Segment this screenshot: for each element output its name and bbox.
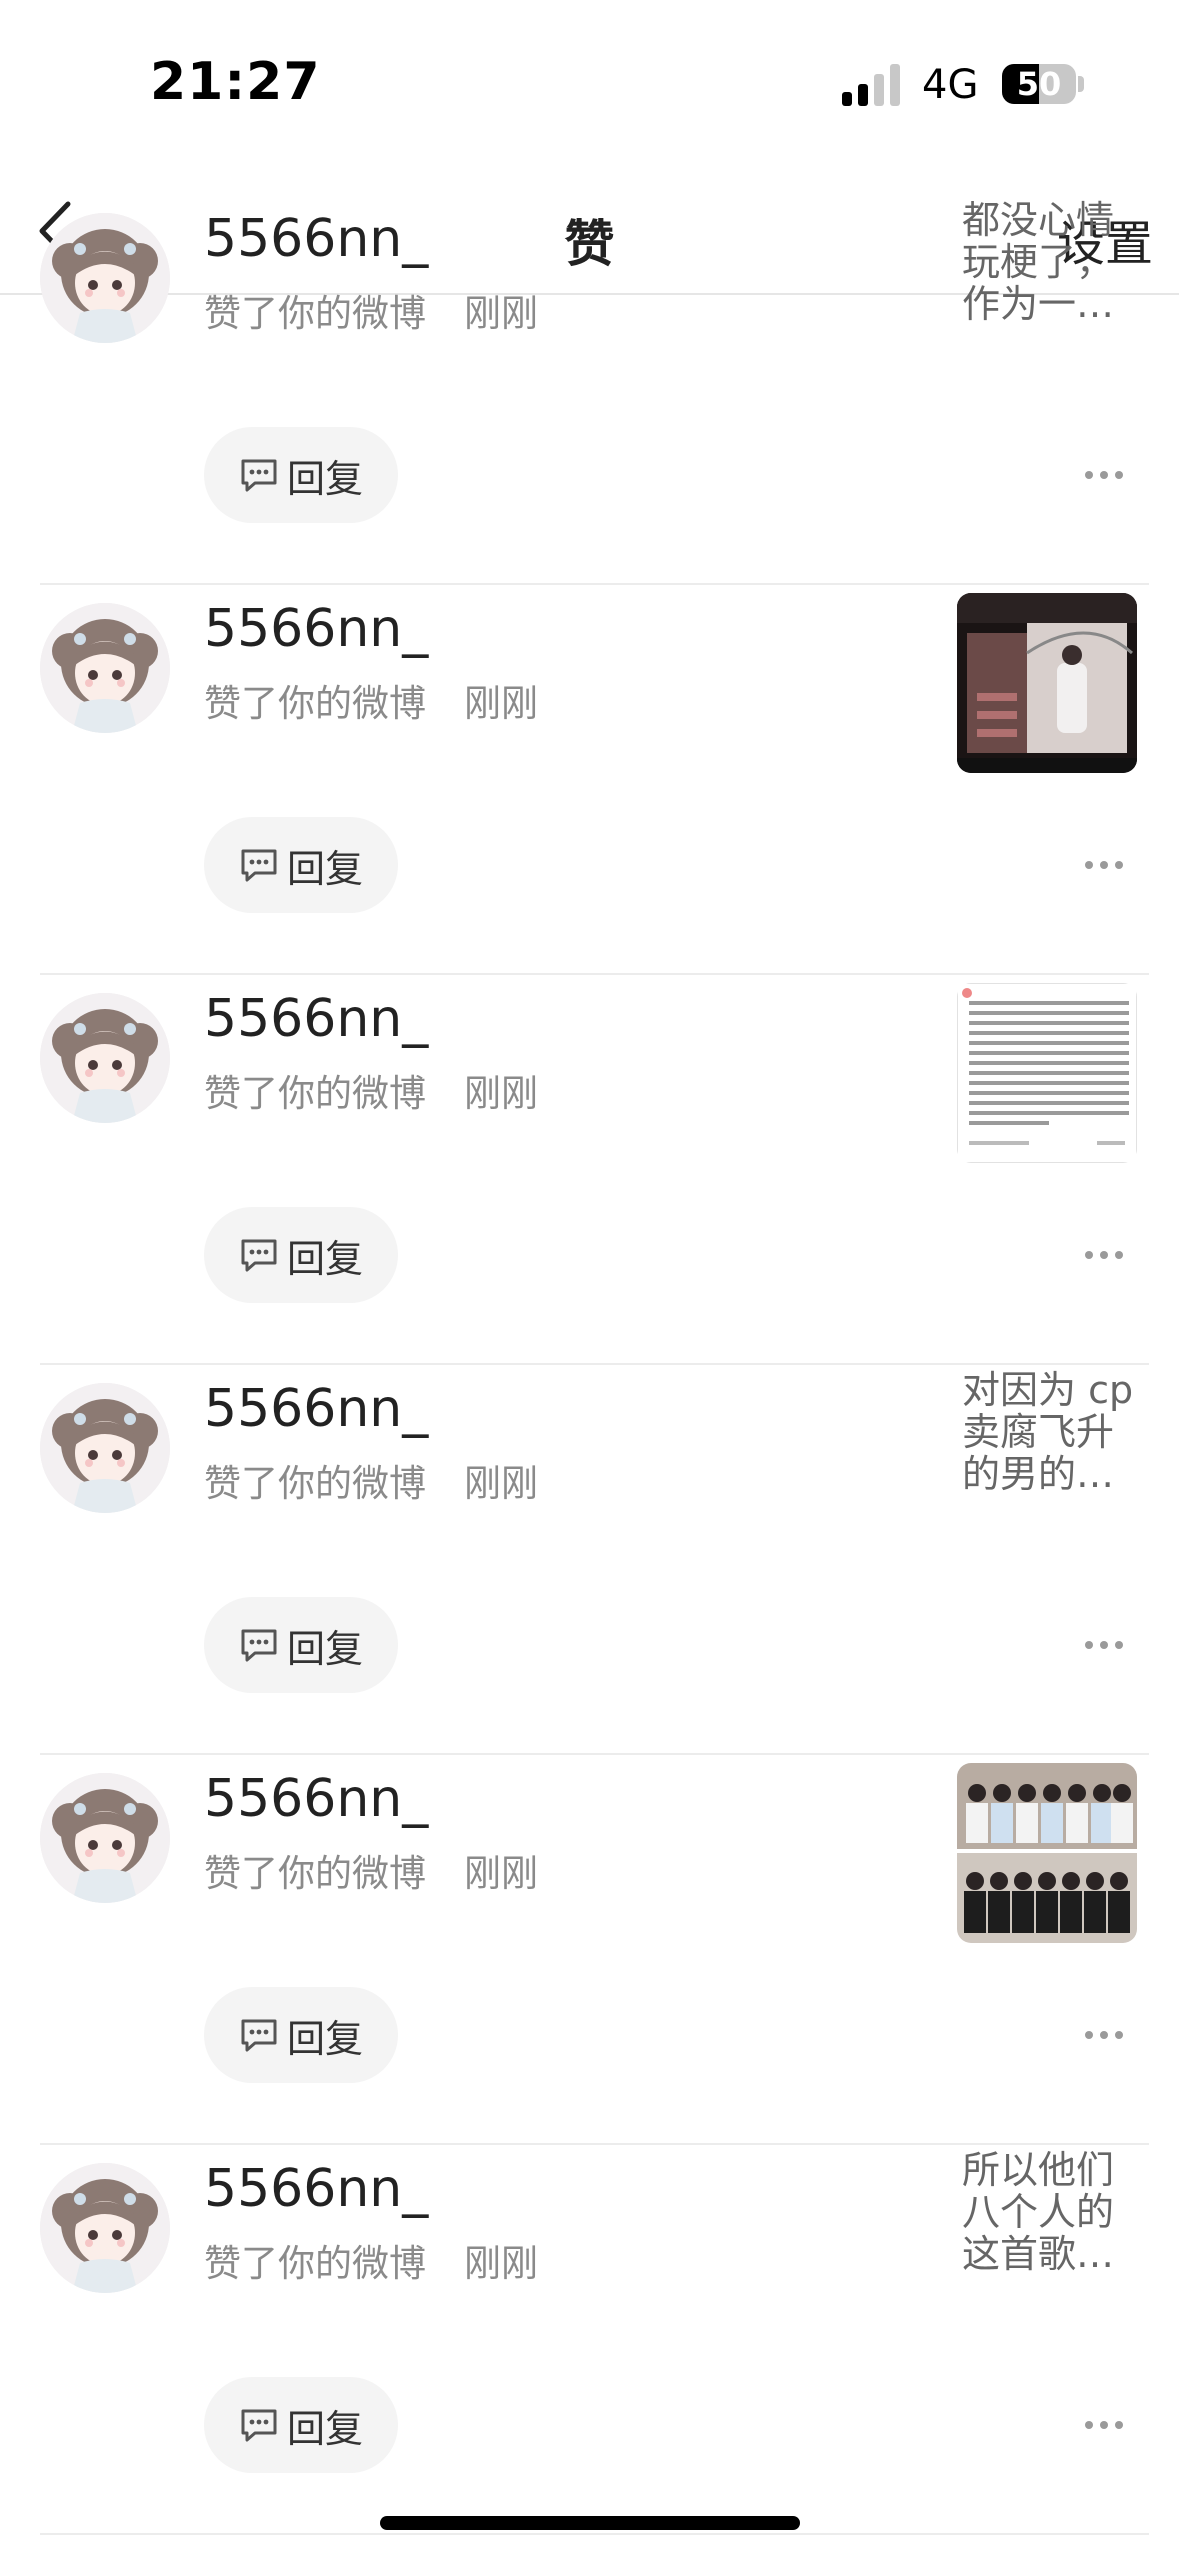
action-label: 赞了你的微博 xyxy=(204,682,426,725)
post-preview-line: 的男的… xyxy=(962,1452,1115,1496)
timestamp: 刚刚 xyxy=(464,2242,538,2285)
username[interactable]: 5566nn_ xyxy=(204,1379,428,1439)
reply-label: 回复 xyxy=(286,1626,363,1671)
avatar[interactable] xyxy=(40,2163,170,2293)
like-action-text: 赞了你的微博 刚刚 xyxy=(204,1453,538,1507)
action-label: 赞了你的微博 xyxy=(204,292,426,335)
notification-item[interactable]: 5566nn_ 赞了你的微博 刚刚回复 xyxy=(0,1755,1179,2145)
reply-button[interactable]: 回复 xyxy=(204,817,398,913)
more-options-icon[interactable] xyxy=(1085,2031,1123,2041)
post-preview-line: 所以他们 xyxy=(962,2148,1115,2192)
more-options-icon[interactable] xyxy=(1085,1251,1123,1261)
divider xyxy=(40,2533,1149,2535)
reply-label: 回复 xyxy=(286,456,363,501)
action-label: 赞了你的微博 xyxy=(204,1072,426,1115)
more-options-icon[interactable] xyxy=(1085,861,1123,871)
status-bar: 21:27 4G 50 xyxy=(0,0,1179,170)
status-time: 21:27 xyxy=(150,52,321,112)
reply-label: 回复 xyxy=(286,1236,363,1281)
timestamp: 刚刚 xyxy=(464,682,538,725)
post-preview-line: 都没心情 xyxy=(962,198,1115,242)
more-options-icon[interactable] xyxy=(1085,1641,1123,1651)
reply-button[interactable]: 回复 xyxy=(204,1207,398,1303)
notification-list: 5566nn_ 赞了你的微博 刚刚 都没心情 玩梗了， 作为一… 回复 5566nn_ 赞了你的… xyxy=(0,199,1179,2535)
like-action-text: 赞了你的微博 刚刚 xyxy=(204,1063,538,1117)
post-preview-text[interactable]: 都没心情 玩梗了， 作为一… xyxy=(962,199,1132,325)
post-preview-line: 对因为 cp xyxy=(962,1368,1134,1412)
comment-icon xyxy=(241,459,277,492)
like-action-text: 赞了你的微博 刚刚 xyxy=(204,283,538,337)
reply-label: 回复 xyxy=(286,2406,363,2451)
comment-icon xyxy=(241,2409,277,2442)
timestamp: 刚刚 xyxy=(464,1072,538,1115)
post-preview-line: 玩梗了， xyxy=(962,240,1115,284)
battery-tip xyxy=(1078,76,1084,92)
comment-icon xyxy=(241,849,277,882)
reply-button[interactable]: 回复 xyxy=(204,427,398,523)
username[interactable]: 5566nn_ xyxy=(204,209,428,269)
avatar[interactable] xyxy=(40,213,170,343)
reply-label: 回复 xyxy=(286,846,363,891)
avatar[interactable] xyxy=(40,993,170,1123)
action-label: 赞了你的微博 xyxy=(204,1852,426,1895)
post-thumbnail-image[interactable] xyxy=(957,593,1137,773)
comment-icon xyxy=(241,2019,277,2052)
network-type: 4G xyxy=(922,62,979,108)
username[interactable]: 5566nn_ xyxy=(204,2159,428,2219)
reply-button[interactable]: 回复 xyxy=(204,1597,398,1693)
reply-label: 回复 xyxy=(286,2016,363,2061)
comment-icon xyxy=(241,1629,277,1662)
comment-icon xyxy=(241,1239,277,1272)
notification-item[interactable]: 5566nn_ 赞了你的微博 刚刚回复 xyxy=(0,975,1179,1365)
reply-button[interactable]: 回复 xyxy=(204,1987,398,2083)
username[interactable]: 5566nn_ xyxy=(204,599,428,659)
username[interactable]: 5566nn_ xyxy=(204,1769,428,1829)
notification-item[interactable]: 5566nn_ 赞了你的微博 刚刚 所以他们 八个人的 这首歌… 回复 xyxy=(0,2145,1179,2535)
timestamp: 刚刚 xyxy=(464,292,538,335)
like-action-text: 赞了你的微博 刚刚 xyxy=(204,673,538,727)
username[interactable]: 5566nn_ xyxy=(204,989,428,1049)
like-action-text: 赞了你的微博 刚刚 xyxy=(204,2233,538,2287)
home-indicator xyxy=(380,2516,800,2530)
battery-percent: 50 xyxy=(1016,65,1062,103)
post-preview-text[interactable]: 对因为 cp 卖腐飞升 的男的… xyxy=(962,1368,1134,1496)
action-label: 赞了你的微博 xyxy=(204,1462,426,1505)
avatar[interactable] xyxy=(40,1773,170,1903)
more-options-icon[interactable] xyxy=(1085,2421,1123,2431)
timestamp: 刚刚 xyxy=(464,1852,538,1895)
battery-icon: 50 xyxy=(1002,64,1076,104)
timestamp: 刚刚 xyxy=(464,1462,538,1505)
post-preview-line: 卖腐飞升 xyxy=(962,1410,1115,1454)
notification-item[interactable]: 5566nn_ 赞了你的微博 刚刚 对因为 cp 卖腐飞升 的男的… 回复 xyxy=(0,1365,1179,1755)
more-options-icon[interactable] xyxy=(1085,471,1123,481)
notification-item[interactable]: 5566nn_ 赞了你的微博 刚刚回复 xyxy=(0,585,1179,975)
avatar[interactable] xyxy=(40,603,170,733)
post-preview-line: 这首歌… xyxy=(962,2232,1115,2276)
post-thumbnail-image[interactable] xyxy=(957,1763,1137,1943)
post-thumbnail-image[interactable] xyxy=(957,983,1137,1163)
cellular-signal-icon xyxy=(842,62,902,106)
notification-item[interactable]: 5566nn_ 赞了你的微博 刚刚 都没心情 玩梗了， 作为一… 回复 xyxy=(0,195,1179,585)
post-preview-text[interactable]: 所以他们 八个人的 这首歌… xyxy=(962,2149,1132,2275)
like-action-text: 赞了你的微博 刚刚 xyxy=(204,1843,538,1897)
action-label: 赞了你的微博 xyxy=(204,2242,426,2285)
reply-button[interactable]: 回复 xyxy=(204,2377,398,2473)
post-preview-line: 作为一… xyxy=(962,282,1115,326)
avatar[interactable] xyxy=(40,1383,170,1513)
post-preview-line: 八个人的 xyxy=(962,2190,1115,2234)
